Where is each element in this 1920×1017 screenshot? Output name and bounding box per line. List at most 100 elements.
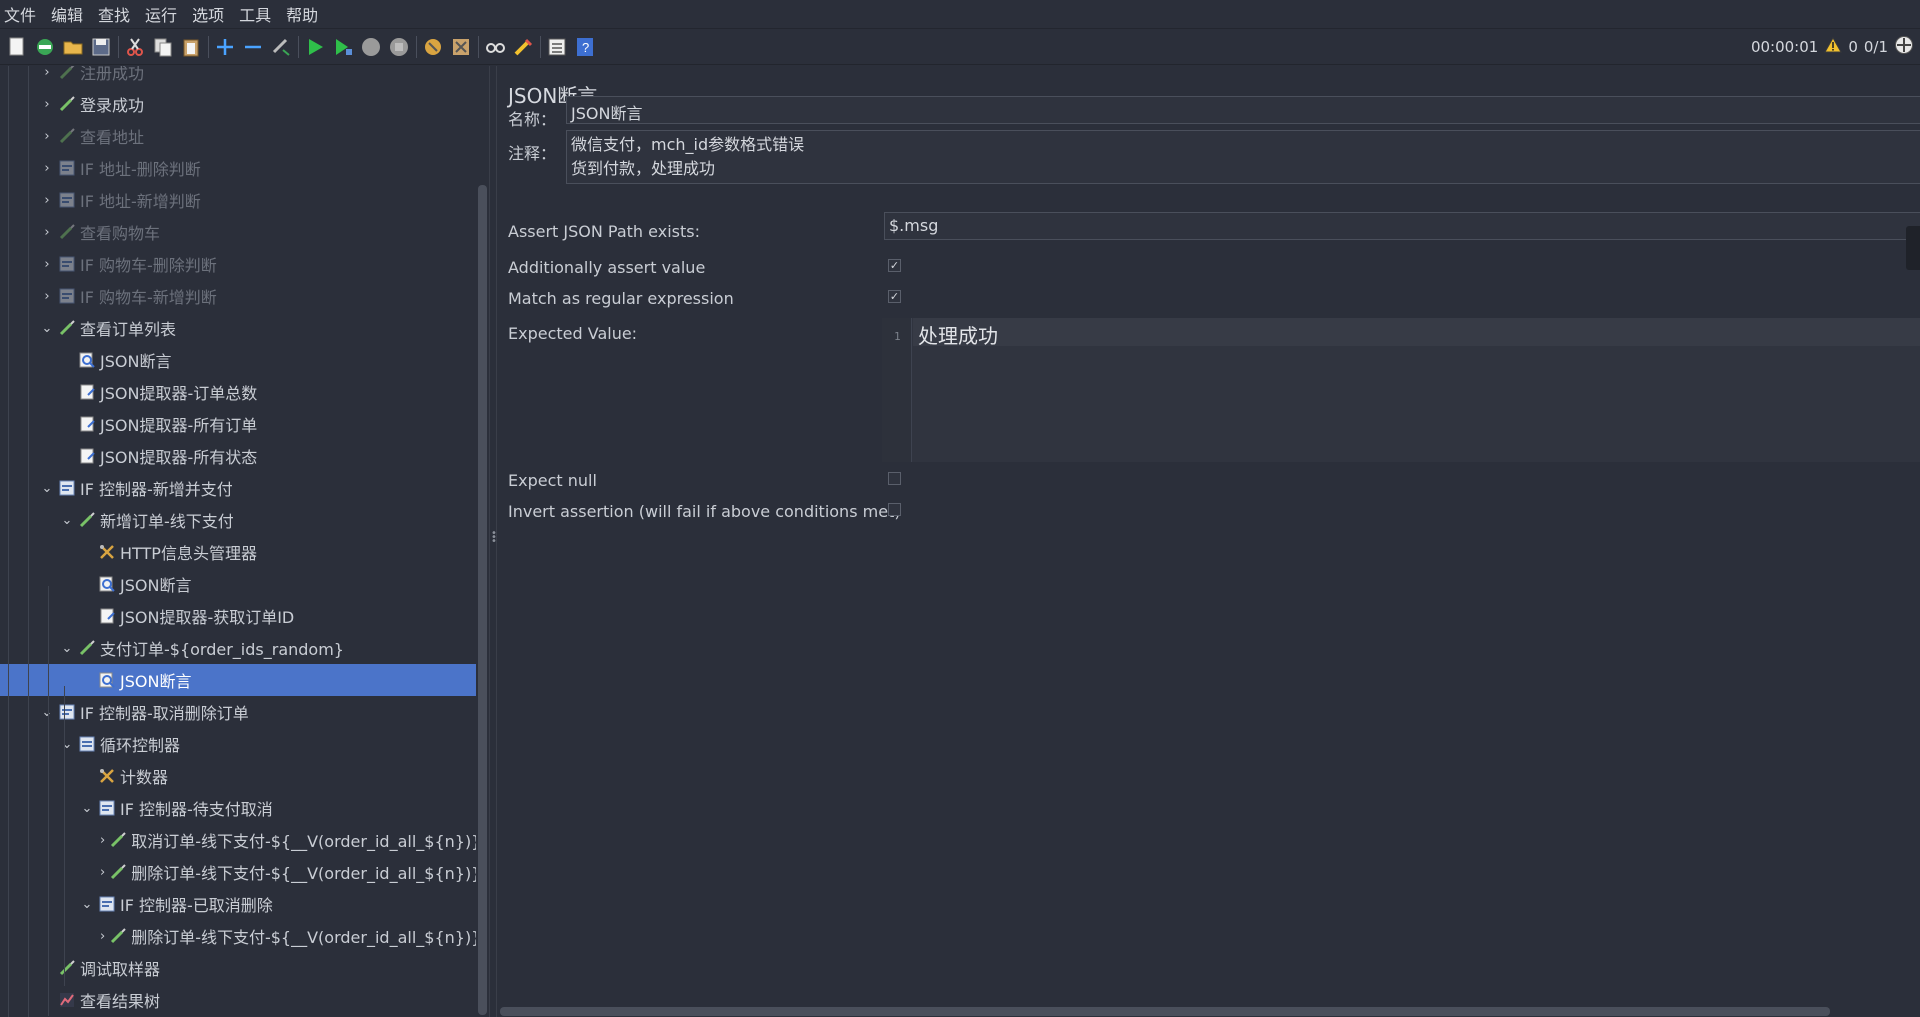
- expected-value-text[interactable]: 处理成功: [918, 320, 998, 349]
- assert-value-checkbox[interactable]: ✓: [888, 259, 901, 272]
- tree-scrollbar-thumb[interactable]: [478, 185, 487, 1015]
- tree-node[interactable]: › 取消订单-线下支付-${__V(order_id_all_${n})}: [0, 824, 476, 856]
- tree-node[interactable]: › 删除订单-线下支付-${__V(order_id_all_${n})}: [0, 920, 476, 952]
- chevron-right-icon[interactable]: ›: [40, 193, 54, 208]
- toggle-icon[interactable]: [270, 36, 292, 58]
- extractor-icon: [98, 607, 116, 625]
- remote-status-icon[interactable]: [1894, 35, 1914, 59]
- comment-textarea[interactable]: 微信支付，mch_id参数格式错误 货到付款，处理成功: [566, 130, 1920, 184]
- tree-node[interactable]: › 注册成功: [0, 66, 476, 88]
- tree-node[interactable]: JSON提取器-所有订单: [0, 408, 476, 440]
- invert-assertion-checkbox[interactable]: [888, 503, 901, 516]
- menu-item[interactable]: 运行: [145, 2, 177, 26]
- function-helper-icon[interactable]: [546, 36, 568, 58]
- chevron-down-icon[interactable]: ⌄: [40, 321, 54, 336]
- tree-node-label: IF 控制器-待支付取消: [120, 800, 273, 819]
- tree-node[interactable]: ⌄ IF 控制器-新增并支付: [0, 472, 476, 504]
- name-input[interactable]: JSON断言: [566, 96, 1920, 124]
- menu-item[interactable]: 工具: [239, 2, 271, 26]
- chevron-right-icon[interactable]: ›: [40, 66, 54, 80]
- tree-node[interactable]: ⌄ 支付订单-${order_ids_random}: [0, 632, 476, 664]
- expect-null-checkbox[interactable]: [888, 472, 901, 485]
- toolbar-separator: [478, 35, 479, 58]
- stop-icon[interactable]: [360, 36, 382, 58]
- templates-icon[interactable]: [34, 36, 56, 58]
- json-path-input[interactable]: $.msg: [884, 212, 1920, 240]
- clear-all-icon[interactable]: [450, 36, 472, 58]
- tree-node[interactable]: ⌄ IF 控制器-已取消删除: [0, 888, 476, 920]
- chevron-down-icon[interactable]: ⌄: [80, 801, 94, 816]
- tree-node[interactable]: 查看结果树: [0, 984, 476, 1016]
- line-number: 1: [894, 330, 901, 343]
- chevron-right-icon[interactable]: ›: [40, 289, 54, 304]
- tree-node[interactable]: ⌄ 查看订单列表: [0, 312, 476, 344]
- clear-icon[interactable]: [422, 36, 444, 58]
- help-icon[interactable]: ?: [574, 36, 596, 58]
- tree-node[interactable]: 调试取样器: [0, 952, 476, 984]
- chevron-right-icon[interactable]: ›: [100, 833, 105, 848]
- chevron-right-icon[interactable]: ›: [40, 129, 54, 144]
- chevron-down-icon[interactable]: ⌄: [40, 481, 54, 496]
- warning-icon[interactable]: [1824, 36, 1843, 57]
- tree-node[interactable]: › 登录成功: [0, 88, 476, 120]
- copy-icon[interactable]: [152, 36, 174, 58]
- invert-assertion-label: Invert assertion (will fail if above con…: [508, 502, 901, 521]
- chevron-down-icon[interactable]: ⌄: [60, 513, 74, 528]
- collapse-icon[interactable]: [242, 36, 264, 58]
- regex-checkbox[interactable]: ✓: [888, 290, 901, 303]
- side-panel-handle[interactable]: [1906, 226, 1920, 270]
- chevron-right-icon[interactable]: ›: [40, 161, 54, 176]
- tree-node[interactable]: › IF 购物车-新增判断: [0, 280, 476, 312]
- tree-node[interactable]: JSON提取器-订单总数: [0, 376, 476, 408]
- tree-node[interactable]: › 查看购物车: [0, 216, 476, 248]
- tree-node[interactable]: HTTP信息头管理器: [0, 536, 476, 568]
- tree-node-label: 取消订单-线下支付-${__V(order_id_all_${n})}: [131, 832, 476, 851]
- chevron-right-icon[interactable]: ›: [40, 97, 54, 112]
- json-assertion-editor: JSON断言 名称： JSON断言 注释： 微信支付，mch_id参数格式错误 …: [498, 66, 1920, 1017]
- tree-node[interactable]: ⌄ IF 控制器-待支付取消: [0, 792, 476, 824]
- expected-value-editor[interactable]: 1 处理成功: [882, 318, 1920, 462]
- chevron-right-icon[interactable]: ›: [100, 865, 105, 880]
- tree-node[interactable]: JSON断言: [0, 568, 476, 600]
- menu-item[interactable]: 文件: [4, 2, 36, 26]
- test-plan-tree[interactable]: › 注册成功 › 登录成功 › 查看地址 › IF 地址-删除判断 › IF 地址-新增判断 › 查看…: [0, 66, 476, 1017]
- save-icon[interactable]: [90, 36, 112, 58]
- tree-node[interactable]: › IF 地址-新增判断: [0, 184, 476, 216]
- paste-icon[interactable]: [180, 36, 202, 58]
- chevron-down-icon[interactable]: ⌄: [60, 737, 74, 752]
- tree-node[interactable]: 计数器: [0, 760, 476, 792]
- menu-item[interactable]: 选项: [192, 2, 224, 26]
- menu-item[interactable]: 帮助: [286, 2, 318, 26]
- chevron-down-icon[interactable]: ⌄: [80, 897, 94, 912]
- editor-horizontal-scrollbar-thumb[interactable]: [500, 1007, 1830, 1016]
- chevron-right-icon[interactable]: ›: [40, 257, 54, 272]
- reset-search-icon[interactable]: [512, 36, 534, 58]
- chevron-right-icon[interactable]: ›: [40, 225, 54, 240]
- tree-node[interactable]: › 删除订单-线下支付-${__V(order_id_all_${n})}: [0, 856, 476, 888]
- tree-node[interactable]: › IF 地址-删除判断: [0, 152, 476, 184]
- tree-node-label: JSON提取器-所有订单: [100, 416, 258, 435]
- toolbar: ? 00:00:01 0 0/1: [0, 29, 1920, 65]
- tree-node[interactable]: JSON提取器-所有状态: [0, 440, 476, 472]
- tree-node[interactable]: JSON断言: [0, 664, 476, 696]
- new-icon[interactable]: [6, 36, 28, 58]
- tree-node[interactable]: › 查看地址: [0, 120, 476, 152]
- tree-node[interactable]: › IF 购物车-删除判断: [0, 248, 476, 280]
- open-icon[interactable]: [62, 36, 84, 58]
- tree-node[interactable]: ⌄ IF 控制器-取消删除订单: [0, 696, 476, 728]
- expand-icon[interactable]: [214, 36, 236, 58]
- chevron-down-icon[interactable]: ⌄: [40, 705, 54, 720]
- menu-item[interactable]: 编辑: [51, 2, 83, 26]
- chevron-down-icon[interactable]: ⌄: [60, 641, 74, 656]
- tree-node[interactable]: ⌄ 循环控制器: [0, 728, 476, 760]
- search-icon[interactable]: [484, 36, 506, 58]
- tree-node[interactable]: JSON提取器-获取订单ID: [0, 600, 476, 632]
- menu-item[interactable]: 查找: [98, 2, 130, 26]
- tree-node[interactable]: JSON断言: [0, 344, 476, 376]
- start-no-pause-icon[interactable]: [332, 36, 354, 58]
- tree-node[interactable]: ⌄ 新增订单-线下支付: [0, 504, 476, 536]
- chevron-right-icon[interactable]: ›: [100, 929, 105, 944]
- shutdown-icon[interactable]: [388, 36, 410, 58]
- start-icon[interactable]: [304, 36, 326, 58]
- cut-icon[interactable]: [124, 36, 146, 58]
